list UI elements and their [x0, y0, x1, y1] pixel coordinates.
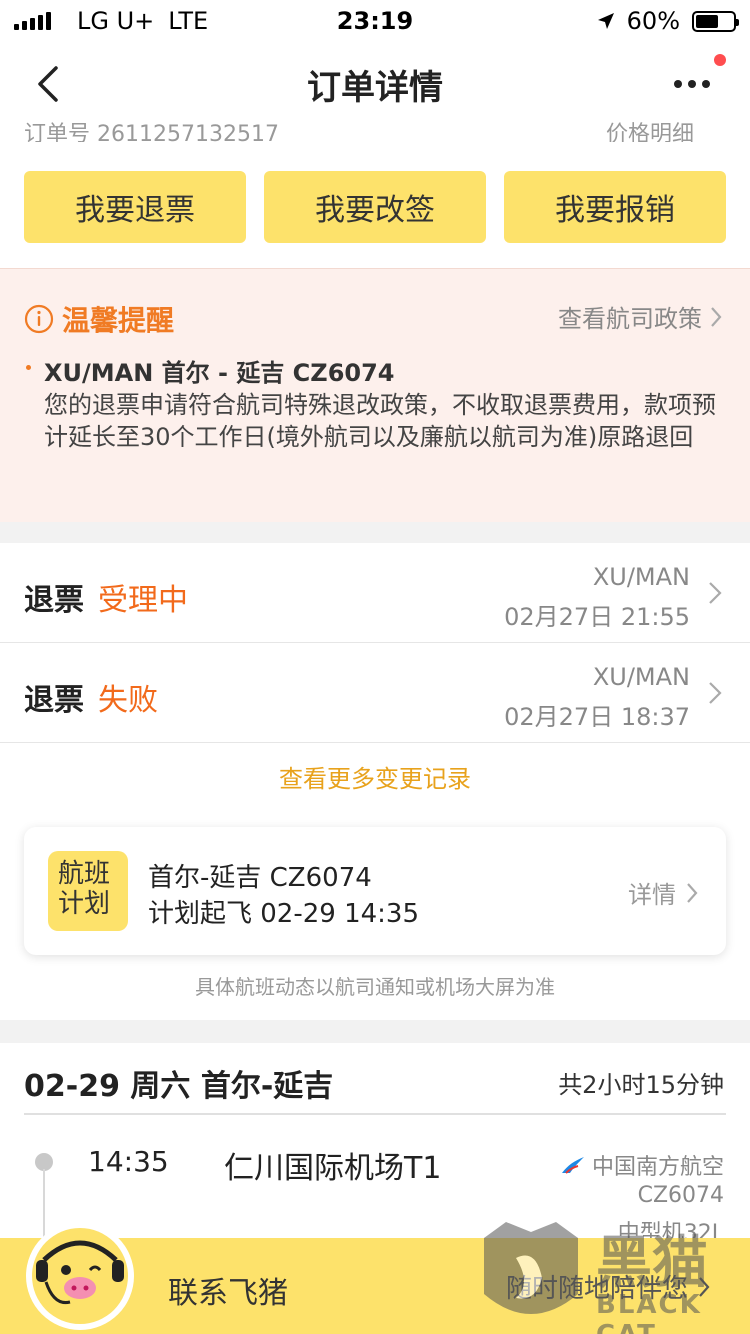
- nav-bar: 订单详情: [0, 42, 750, 126]
- network-label: LTE: [168, 7, 209, 35]
- carrier-label: LG U+: [77, 7, 155, 35]
- chevron-right-icon: [687, 882, 698, 903]
- signal-icon: [14, 12, 51, 30]
- price-detail-link[interactable]: 价格明细: [606, 120, 694, 142]
- record-type: 退票: [24, 583, 84, 618]
- flight-plan-section: 航班 计划 首尔-延吉 CZ6074 计划起飞 02-29 14:35 详情 具…: [0, 799, 750, 1020]
- flight-detail-link[interactable]: 详情: [628, 875, 698, 910]
- airline-policy-link[interactable]: 查看航司政策: [558, 299, 722, 334]
- watermark-en: BLACK CAT: [596, 1290, 702, 1334]
- record-type: 退票: [24, 683, 84, 718]
- departure-time: 14:35: [88, 1145, 169, 1178]
- chevron-right-icon: [711, 306, 722, 327]
- flight-status-note: 具体航班动态以航司通知或机场大屏为准: [195, 975, 555, 999]
- battery-icon: [692, 10, 739, 32]
- bullet-dot: [26, 365, 31, 370]
- chevron-right-icon: [709, 682, 722, 704]
- notice-route: XU/MAN 首尔 - 延吉 CZ6074: [44, 359, 395, 387]
- back-arrow-icon[interactable]: [30, 62, 70, 106]
- record-row[interactable]: 退票 失败 XU/MAN 02月27日 18:37: [0, 643, 750, 743]
- record-row[interactable]: 退票 受理中 XU/MAN 02月27日 21:55: [0, 543, 750, 643]
- info-icon: [24, 304, 54, 334]
- flight-number: CZ6074: [637, 1183, 724, 1208]
- chevron-right-icon: [709, 582, 722, 604]
- contact-label: 联系飞猪: [168, 1276, 288, 1311]
- notice-text: 您的退票申请符合航司特殊退改政策，不收取退票费用，款项预计延长至30个工作日(境…: [44, 391, 716, 451]
- notification-badge: [714, 54, 726, 66]
- flight-plan-card[interactable]: 航班 计划 首尔-延吉 CZ6074 计划起飞 02-29 14:35 详情: [24, 827, 726, 955]
- notice-panel: 温馨提醒 查看航司政策 XU/MAN 首尔 - 延吉 CZ6074 您的退票申请…: [0, 268, 750, 522]
- record-status: 失败: [98, 683, 158, 718]
- itinerary-date: 02-29 周六 首尔-延吉: [24, 1069, 334, 1104]
- badge-line: 计划: [58, 889, 111, 919]
- status-bar: LG U+ LTE 23:19 60%: [0, 0, 750, 42]
- flight-route: 首尔-延吉 CZ6074: [148, 863, 372, 893]
- refund-button[interactable]: 我要退票: [24, 171, 246, 243]
- order-actions-section: 订单号 2611257132517 价格明细 我要退票 我要改签 我要报销: [0, 122, 750, 268]
- fliggy-mascot-icon: [26, 1222, 134, 1330]
- airline-policy-label: 查看航司政策: [558, 305, 702, 333]
- airline-info: 中国南方航空: [560, 1149, 724, 1181]
- departure-airport: 仁川国际机场T1: [224, 1151, 442, 1186]
- more-dot-icon: [688, 80, 696, 88]
- more-records-link[interactable]: 查看更多变更记录: [0, 759, 750, 794]
- notice-title: 温馨提醒: [62, 304, 175, 337]
- badge-line: 航班: [58, 859, 111, 889]
- more-dot-icon: [674, 80, 682, 88]
- reschedule-button[interactable]: 我要改签: [264, 171, 486, 243]
- more-menu-button[interactable]: [664, 64, 720, 104]
- record-time: 02月27日 21:55: [504, 603, 690, 631]
- record-status: 受理中: [98, 583, 188, 618]
- more-dot-icon: [702, 80, 710, 88]
- black-cat-watermark: 黑猫 BLACK CAT: [476, 1218, 750, 1334]
- record-passenger: XU/MAN: [592, 663, 690, 691]
- reimburse-button[interactable]: 我要报销: [504, 171, 726, 243]
- page-title: 订单详情: [307, 67, 443, 108]
- location-arrow-icon: [597, 13, 614, 29]
- change-records: 退票 受理中 XU/MAN 02月27日 21:55 退票 失败 XU/MAN …: [0, 543, 750, 799]
- airline-name: 中国南方航空: [591, 1155, 724, 1180]
- order-number: 订单号 2611257132517: [24, 122, 279, 142]
- flight-detail-label: 详情: [628, 881, 676, 909]
- watermark-cn: 黑猫: [596, 1231, 708, 1296]
- black-cat-logo-icon: [484, 1222, 578, 1314]
- record-passenger: XU/MAN: [592, 563, 690, 591]
- planned-departure: 计划起飞 02-29 14:35: [148, 899, 420, 929]
- divider: [24, 1113, 726, 1115]
- flight-plan-badge: 航班 计划: [48, 851, 128, 931]
- record-time: 02月27日 18:37: [504, 703, 690, 731]
- battery-percent: 60%: [626, 7, 680, 35]
- airline-logo-icon: [561, 1157, 584, 1174]
- itinerary-duration: 共2小时15分钟: [558, 1071, 724, 1099]
